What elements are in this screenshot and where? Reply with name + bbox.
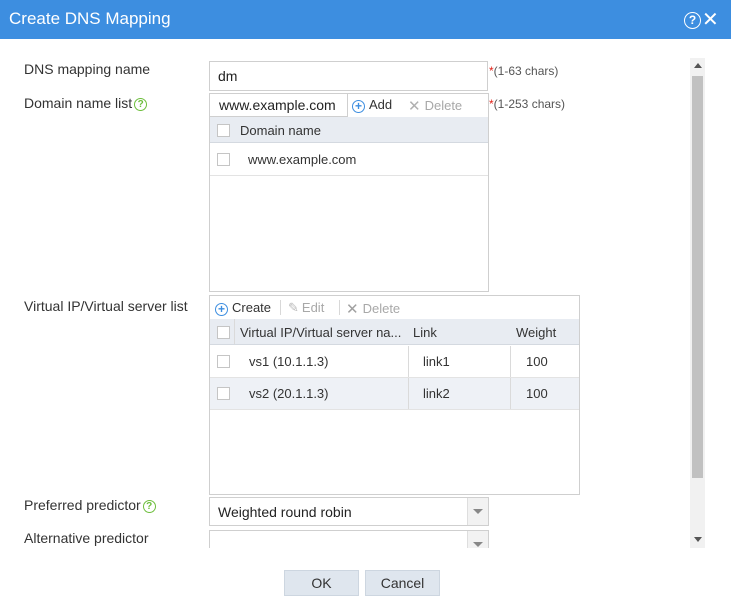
domain-list-hint: *(1-253 chars) (489, 97, 565, 111)
create-vip-button[interactable]: + Create (215, 300, 271, 316)
vip-server-cell: vs2 (20.1.1.3) (249, 386, 329, 401)
dialog-title: Create DNS Mapping (9, 9, 171, 28)
mapping-name-hint-text: (1-63 chars) (493, 64, 559, 78)
select-all-domains-checkbox[interactable] (217, 124, 230, 137)
dns-mapping-name-input[interactable] (209, 61, 488, 91)
column-divider (234, 319, 235, 344)
chevron-down-icon[interactable] (467, 498, 488, 525)
x-icon: ✕ (408, 98, 421, 115)
scrollbar-thumb[interactable] (692, 76, 703, 478)
delete-vip-button[interactable]: ✕ Delete (346, 300, 400, 318)
row-checkbox[interactable] (217, 153, 230, 166)
domain-name-list-label-text: Domain name list (24, 95, 133, 111)
toolbar-divider (339, 300, 340, 315)
domain-name-list-panel: + Add ✕Delete Domain name www.example.com (209, 93, 489, 292)
column-divider (510, 346, 511, 377)
preferred-predictor-help-icon[interactable]: ? (142, 500, 156, 513)
mapping-name-hint: *(1-63 chars) (489, 64, 558, 78)
dns-mapping-name-label: DNS mapping name (24, 61, 151, 77)
ok-button[interactable]: OK (284, 570, 359, 596)
scroll-up-arrow-icon[interactable] (694, 63, 702, 68)
preferred-predictor-value: Weighted round robin (218, 504, 352, 520)
dialog-title-bar: Create DNS Mapping ? ✕ (0, 0, 731, 39)
row-checkbox[interactable] (217, 387, 230, 400)
domain-grid-header: Domain name (210, 117, 488, 143)
alternative-predictor-label: Alternative predictor (24, 530, 149, 546)
add-domain-button[interactable]: + Add (352, 97, 392, 113)
link-cell: link1 (423, 354, 450, 369)
close-icon[interactable]: ✕ (702, 9, 719, 31)
domain-list-help-icon[interactable]: ? (134, 98, 148, 111)
column-divider (408, 346, 409, 377)
form-scrollbar[interactable] (690, 58, 705, 548)
vip-server-column-header[interactable]: Virtual IP/Virtual server na... (240, 325, 401, 340)
delete-vip-label: Delete (362, 301, 401, 316)
delete-domain-label: Delete (424, 98, 463, 113)
weight-cell: 100 (526, 354, 548, 369)
cancel-button[interactable]: Cancel (365, 570, 440, 596)
create-vip-label: Create (232, 300, 272, 315)
weight-column-header[interactable]: Weight (516, 325, 556, 340)
help-icon[interactable]: ? (684, 12, 701, 29)
link-column-header[interactable]: Link (413, 325, 437, 340)
table-row[interactable]: vs2 (20.1.1.3) link2 100 (210, 378, 579, 410)
plus-circle-icon: + (215, 303, 228, 316)
column-divider (510, 378, 511, 409)
scroll-down-arrow-icon[interactable] (694, 537, 702, 542)
domain-cell: www.example.com (248, 152, 357, 167)
domain-name-list-label: Domain name list? (24, 95, 148, 111)
vip-list-label: Virtual IP/Virtual server list (24, 298, 188, 314)
toolbar-divider (280, 300, 281, 315)
delete-domain-button[interactable]: ✕ Delete (408, 97, 462, 115)
vip-list-panel: + Create ✎ Edit ✕ Delete Virtual IP/Virtual… (209, 295, 580, 495)
table-row[interactable]: vs1 (10.1.1.3) link1 100 (210, 346, 579, 378)
row-checkbox[interactable] (217, 355, 230, 368)
domain-name-entry-input[interactable] (210, 94, 348, 117)
add-domain-label: Add (369, 97, 393, 112)
x-icon: ✕ (346, 301, 359, 318)
preferred-predictor-label: Preferred predictor? (24, 497, 156, 513)
column-divider (408, 378, 409, 409)
vip-server-cell: vs1 (10.1.1.3) (249, 354, 329, 369)
preferred-predictor-select[interactable]: Weighted round robin (209, 497, 489, 526)
vip-grid-header: Virtual IP/Virtual server na... Link Wei… (210, 319, 579, 345)
domain-list-hint-text: (1-253 chars) (493, 97, 566, 111)
link-cell: link2 (423, 386, 450, 401)
preferred-predictor-label-text: Preferred predictor (24, 497, 141, 513)
edit-vip-button[interactable]: ✎ Edit (288, 300, 324, 316)
weight-cell: 100 (526, 386, 548, 401)
domain-column-header: Domain name (240, 123, 321, 138)
edit-vip-label: Edit (301, 300, 325, 315)
pencil-icon: ✎ (288, 300, 299, 315)
plus-circle-icon: + (352, 100, 365, 113)
table-row[interactable]: www.example.com (210, 144, 488, 176)
select-all-vip-checkbox[interactable] (217, 326, 230, 339)
